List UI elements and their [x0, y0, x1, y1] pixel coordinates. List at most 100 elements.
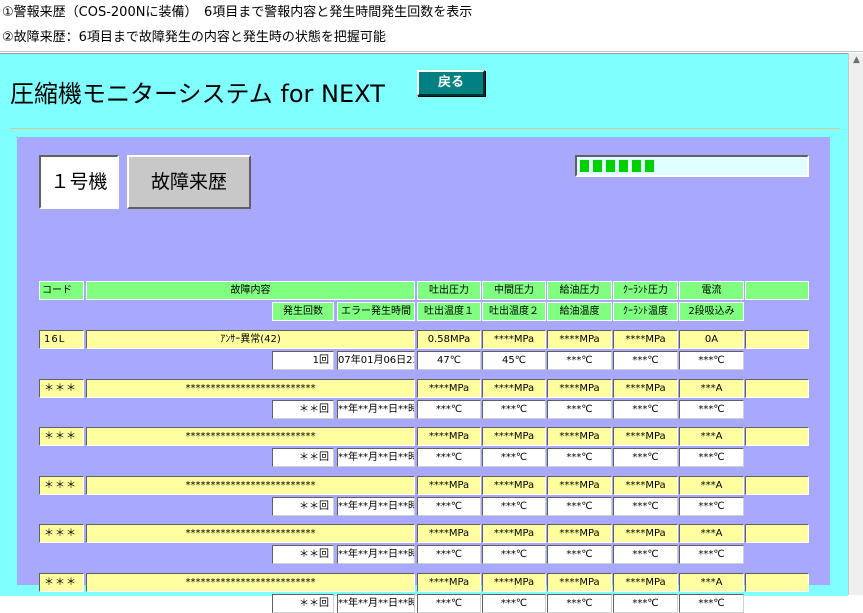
- note-alarm-history: ①警報来歴（COS-200Nに装備） 6項目まで警報内容と発生時間発生回数を表示: [2, 5, 473, 20]
- divider: [0, 51, 863, 52]
- record-discharge-temp1: ***℃: [417, 496, 481, 516]
- record-discharge-temp1: ***℃: [417, 448, 481, 467]
- record-fault-content: **************************: [86, 475, 415, 495]
- column-header-blank: [745, 281, 809, 300]
- record-coolant-temp: ***℃: [613, 351, 678, 370]
- record-oil-pressure: ****MPa: [547, 572, 612, 592]
- record-error-time: **年**月**日**時**分: [337, 545, 415, 564]
- column-header-oil-pressure: 給油圧力: [547, 281, 612, 300]
- status-progress-bar: [575, 155, 809, 177]
- record-current: ***A: [679, 572, 744, 592]
- record-oil-pressure: ****MPa: [547, 524, 612, 543]
- record-discharge-pressure: ****MPa: [417, 378, 481, 398]
- record-error-time: **年**月**日**時**分: [337, 593, 415, 613]
- record-coolant-pressure: ****MPa: [613, 524, 678, 543]
- record-coolant-pressure: ****MPa: [613, 572, 678, 592]
- record-error-time: **年**月**日**時**分: [337, 399, 415, 419]
- record-stage2-suction: ***℃: [679, 399, 744, 419]
- record-blank: [745, 427, 809, 446]
- unit-tab[interactable]: １号機: [39, 155, 119, 209]
- record-discharge-temp1: ***℃: [417, 593, 481, 613]
- record-stage2-suction: ***℃: [679, 496, 744, 516]
- record-discharge-temp2: ***℃: [482, 448, 546, 467]
- record-mid-pressure: ****MPa: [482, 330, 546, 349]
- record-oil-temp: ***℃: [547, 593, 612, 613]
- progress-block: [619, 160, 628, 172]
- column-header-coolant-pressure: ｸｰﾗﾝﾄ圧力: [613, 281, 678, 300]
- record-fault-content: **************************: [86, 572, 415, 592]
- record-oil-temp: ***℃: [547, 545, 612, 564]
- record-current: ***A: [679, 524, 744, 543]
- record-stage2-suction: ***℃: [679, 351, 744, 370]
- record-blank: [745, 524, 809, 543]
- record-discharge-pressure: ****MPa: [417, 427, 481, 446]
- record-stage2-suction: ***℃: [679, 593, 744, 613]
- column-header-coolant-temp: ｸｰﾗﾝﾄ温度: [613, 302, 678, 321]
- vertical-scrollbar[interactable]: ▲: [848, 53, 863, 595]
- record-fault-content: **************************: [86, 427, 415, 446]
- record-blank: [745, 475, 809, 495]
- record-code: ＊＊＊: [39, 524, 84, 543]
- record-error-time: **年**月**日**時**分: [337, 448, 415, 467]
- record-coolant-temp: ***℃: [613, 448, 678, 467]
- record-code: 16L: [39, 330, 84, 349]
- record-discharge-pressure: ****MPa: [417, 524, 481, 543]
- record-coolant-temp: ***℃: [613, 545, 678, 564]
- fault-history-panel: １号機 故障来歴 コード 故障内容 吐出圧力 中間圧力 給油圧力 ｸｰﾗﾝﾄ圧力 電流 発生回…: [17, 137, 830, 613]
- record-blank: [745, 378, 809, 398]
- record-oil-pressure: ****MPa: [547, 475, 612, 495]
- record-mid-pressure: ****MPa: [482, 524, 546, 543]
- fault-history-tab[interactable]: 故障来歴: [127, 155, 251, 209]
- scroll-up-arrow-icon[interactable]: ▲: [849, 53, 863, 68]
- record-code: ＊＊＊: [39, 378, 84, 398]
- record-code: ＊＊＊: [39, 572, 84, 592]
- record-oil-temp: ***℃: [547, 351, 612, 370]
- progress-block: [580, 160, 589, 172]
- record-coolant-pressure: ****MPa: [613, 427, 678, 446]
- record-coolant-temp: ***℃: [613, 496, 678, 516]
- note-fault-history: ②故障来歴：6項目まで故障発生の内容と発生時の状態を把握可能: [2, 30, 386, 45]
- record-coolant-pressure: ****MPa: [613, 378, 678, 398]
- column-header-discharge-temp1: 吐出温度１: [417, 302, 481, 321]
- record-oil-temp: ***℃: [547, 448, 612, 467]
- record-count: ＊＊回: [272, 545, 334, 564]
- record-mid-pressure: ****MPa: [482, 475, 546, 495]
- record-oil-pressure: ****MPa: [547, 330, 612, 349]
- record-count: ＊＊回: [272, 593, 334, 613]
- record-oil-pressure: ****MPa: [547, 378, 612, 398]
- record-discharge-temp2: ***℃: [482, 399, 546, 419]
- record-fault-content: **************************: [86, 378, 415, 398]
- app-window: 圧縮機モニターシステム for NEXT 戻る １号機 故障来歴 コード 故障内容…: [0, 53, 848, 613]
- record-oil-pressure: ****MPa: [547, 427, 612, 446]
- column-header-discharge-temp2: 吐出温度２: [482, 302, 546, 321]
- progress-block: [593, 160, 602, 172]
- record-discharge-temp1: ***℃: [417, 399, 481, 419]
- record-blank: [745, 330, 809, 349]
- column-header-mid-pressure: 中間圧力: [482, 281, 546, 300]
- record-stage2-suction: ***℃: [679, 545, 744, 564]
- back-button[interactable]: 戻る: [417, 70, 485, 96]
- record-mid-pressure: ****MPa: [482, 427, 546, 446]
- record-current: ***A: [679, 475, 744, 495]
- record-coolant-pressure: ****MPa: [613, 475, 678, 495]
- record-discharge-temp2: 45℃: [482, 351, 546, 370]
- record-coolant-temp: ***℃: [613, 399, 678, 419]
- record-coolant-temp: ***℃: [613, 593, 678, 613]
- record-discharge-temp2: ***℃: [482, 545, 546, 564]
- record-mid-pressure: ****MPa: [482, 572, 546, 592]
- progress-block: [632, 160, 641, 172]
- column-header-current: 電流: [679, 281, 744, 300]
- record-current: ***A: [679, 378, 744, 398]
- column-header-oil-temp: 給油温度: [547, 302, 612, 321]
- title-divider: [10, 128, 840, 129]
- record-discharge-temp2: ***℃: [482, 593, 546, 613]
- record-current: 0A: [679, 330, 744, 349]
- record-coolant-pressure: ****MPa: [613, 330, 678, 349]
- record-count: ＊＊回: [272, 399, 334, 419]
- app-title: 圧縮機モニターシステム for NEXT: [10, 80, 385, 108]
- record-fault-content: **************************: [86, 524, 415, 543]
- record-error-time: **年**月**日**時**分: [337, 496, 415, 516]
- record-error-time: 07年01月06日23時01分: [337, 351, 415, 370]
- record-count: ＊＊回: [272, 496, 334, 516]
- record-discharge-temp1: ***℃: [417, 545, 481, 564]
